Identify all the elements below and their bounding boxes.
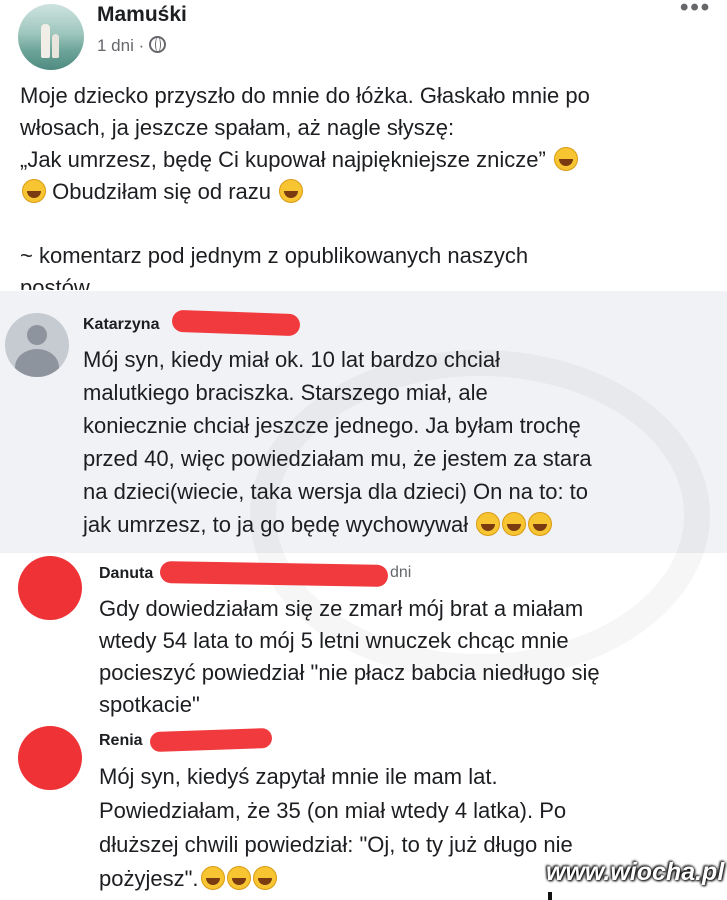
more-options-icon[interactable]: ••• bbox=[680, 0, 711, 22]
rolling-laughing-emoji bbox=[226, 866, 251, 890]
avatar-figure bbox=[52, 34, 59, 58]
comment-line: malutkiego braciszka. Starszego miał, al… bbox=[83, 380, 488, 405]
comment-line: pocieszyć powiedział "nie płacz babcia n… bbox=[99, 660, 600, 685]
comment-line: dłuższej chwili powiedział: "Oj, to ty j… bbox=[99, 832, 573, 857]
post-note-cut: postów bbox=[20, 275, 90, 290]
site-watermark-logo: www.wiocha.pl bbox=[546, 858, 725, 886]
avatar-body bbox=[15, 349, 59, 377]
comment-text: Gdy dowiedziałam się ze zmarł mój brat a… bbox=[99, 593, 719, 721]
commenter-avatar[interactable] bbox=[18, 726, 82, 790]
comment-line: Mój syn, kiedy miał ok. 10 lat bardzo ch… bbox=[83, 347, 500, 372]
comment-line: Gdy dowiedziałam się ze zmarł mój brat a… bbox=[99, 596, 584, 621]
comment-line: na dzieci(wiecie, taka wersja dla dzieci… bbox=[83, 479, 589, 504]
page-name[interactable]: Mamuśki bbox=[97, 3, 187, 27]
grinning-emoji bbox=[502, 512, 527, 536]
commenter-name[interactable]: Katarzyna bbox=[83, 316, 159, 334]
comment-line-text: jak umrzesz, to ja go będę wychowywał bbox=[83, 512, 475, 537]
post-note: ~ komentarz pod jednym z opublikowanych … bbox=[20, 243, 529, 268]
redaction-scribble bbox=[171, 309, 301, 337]
avatar-figure bbox=[41, 24, 50, 58]
rolling-laughing-emoji bbox=[279, 179, 304, 203]
post-time-text: 1 dni · bbox=[97, 36, 149, 55]
post-line: włosach, ja jeszcze spałam, aż nagle sły… bbox=[20, 115, 455, 140]
comment-time: dni bbox=[390, 564, 412, 581]
post-line-with-emoji: „Jak umrzesz, będę Ci kupował najpięknie… bbox=[20, 144, 710, 176]
comment-line: koniecznie chciał jeszcze jednego. Ja by… bbox=[83, 413, 581, 438]
commenter-name[interactable]: Renia bbox=[99, 732, 143, 750]
comment-line-text: pożyjesz". bbox=[99, 866, 199, 891]
post-line: Moje dziecko przyszło do mnie do łóżka. … bbox=[20, 83, 590, 108]
grinning-emoji bbox=[476, 512, 501, 536]
post-timestamp[interactable]: 1 dni · bbox=[97, 36, 166, 56]
comment-line: wtedy 54 lata to mój 5 letni wnuczek chc… bbox=[99, 628, 569, 653]
comment-line: Powiedziałam, że 35 (on miał wtedy 4 lat… bbox=[99, 798, 567, 823]
page-avatar[interactable] bbox=[18, 4, 84, 70]
comment-text: Mój syn, kiedy miał ok. 10 lat bardzo ch… bbox=[83, 343, 723, 541]
post-line-text: Obudziłam się od razu bbox=[46, 179, 278, 204]
default-avatar-icon[interactable] bbox=[5, 313, 69, 377]
comment-line: spotkacie" bbox=[99, 692, 200, 717]
rolling-laughing-emoji bbox=[200, 866, 225, 890]
redaction-scribble bbox=[159, 561, 389, 587]
avatar-head bbox=[27, 325, 47, 345]
comment-line: Mój syn, kiedyś zapytał mnie ile mam lat… bbox=[99, 764, 498, 789]
globe-icon bbox=[148, 36, 166, 53]
rolling-laughing-emoji bbox=[22, 179, 46, 203]
post-line-with-emoji: Obudziłam się od razu bbox=[20, 176, 710, 208]
grinning-emoji bbox=[528, 512, 553, 536]
post-body: Moje dziecko przyszło do mnie do łóżka. … bbox=[20, 80, 710, 208]
rolling-laughing-emoji bbox=[252, 866, 277, 890]
post-line-text: „Jak umrzesz, będę Ci kupował najpięknie… bbox=[20, 147, 546, 172]
comment-line-with-emoji: jak umrzesz, to ja go będę wychowywał bbox=[83, 508, 723, 541]
commenter-avatar[interactable] bbox=[18, 556, 82, 620]
commenter-name[interactable]: Danuta bbox=[99, 565, 153, 583]
rolling-laughing-emoji bbox=[553, 147, 578, 171]
comment-line: przed 40, więc powiedziałam mu, że jeste… bbox=[83, 446, 592, 471]
redaction-scribble bbox=[149, 727, 273, 753]
corner-mark bbox=[548, 892, 552, 900]
